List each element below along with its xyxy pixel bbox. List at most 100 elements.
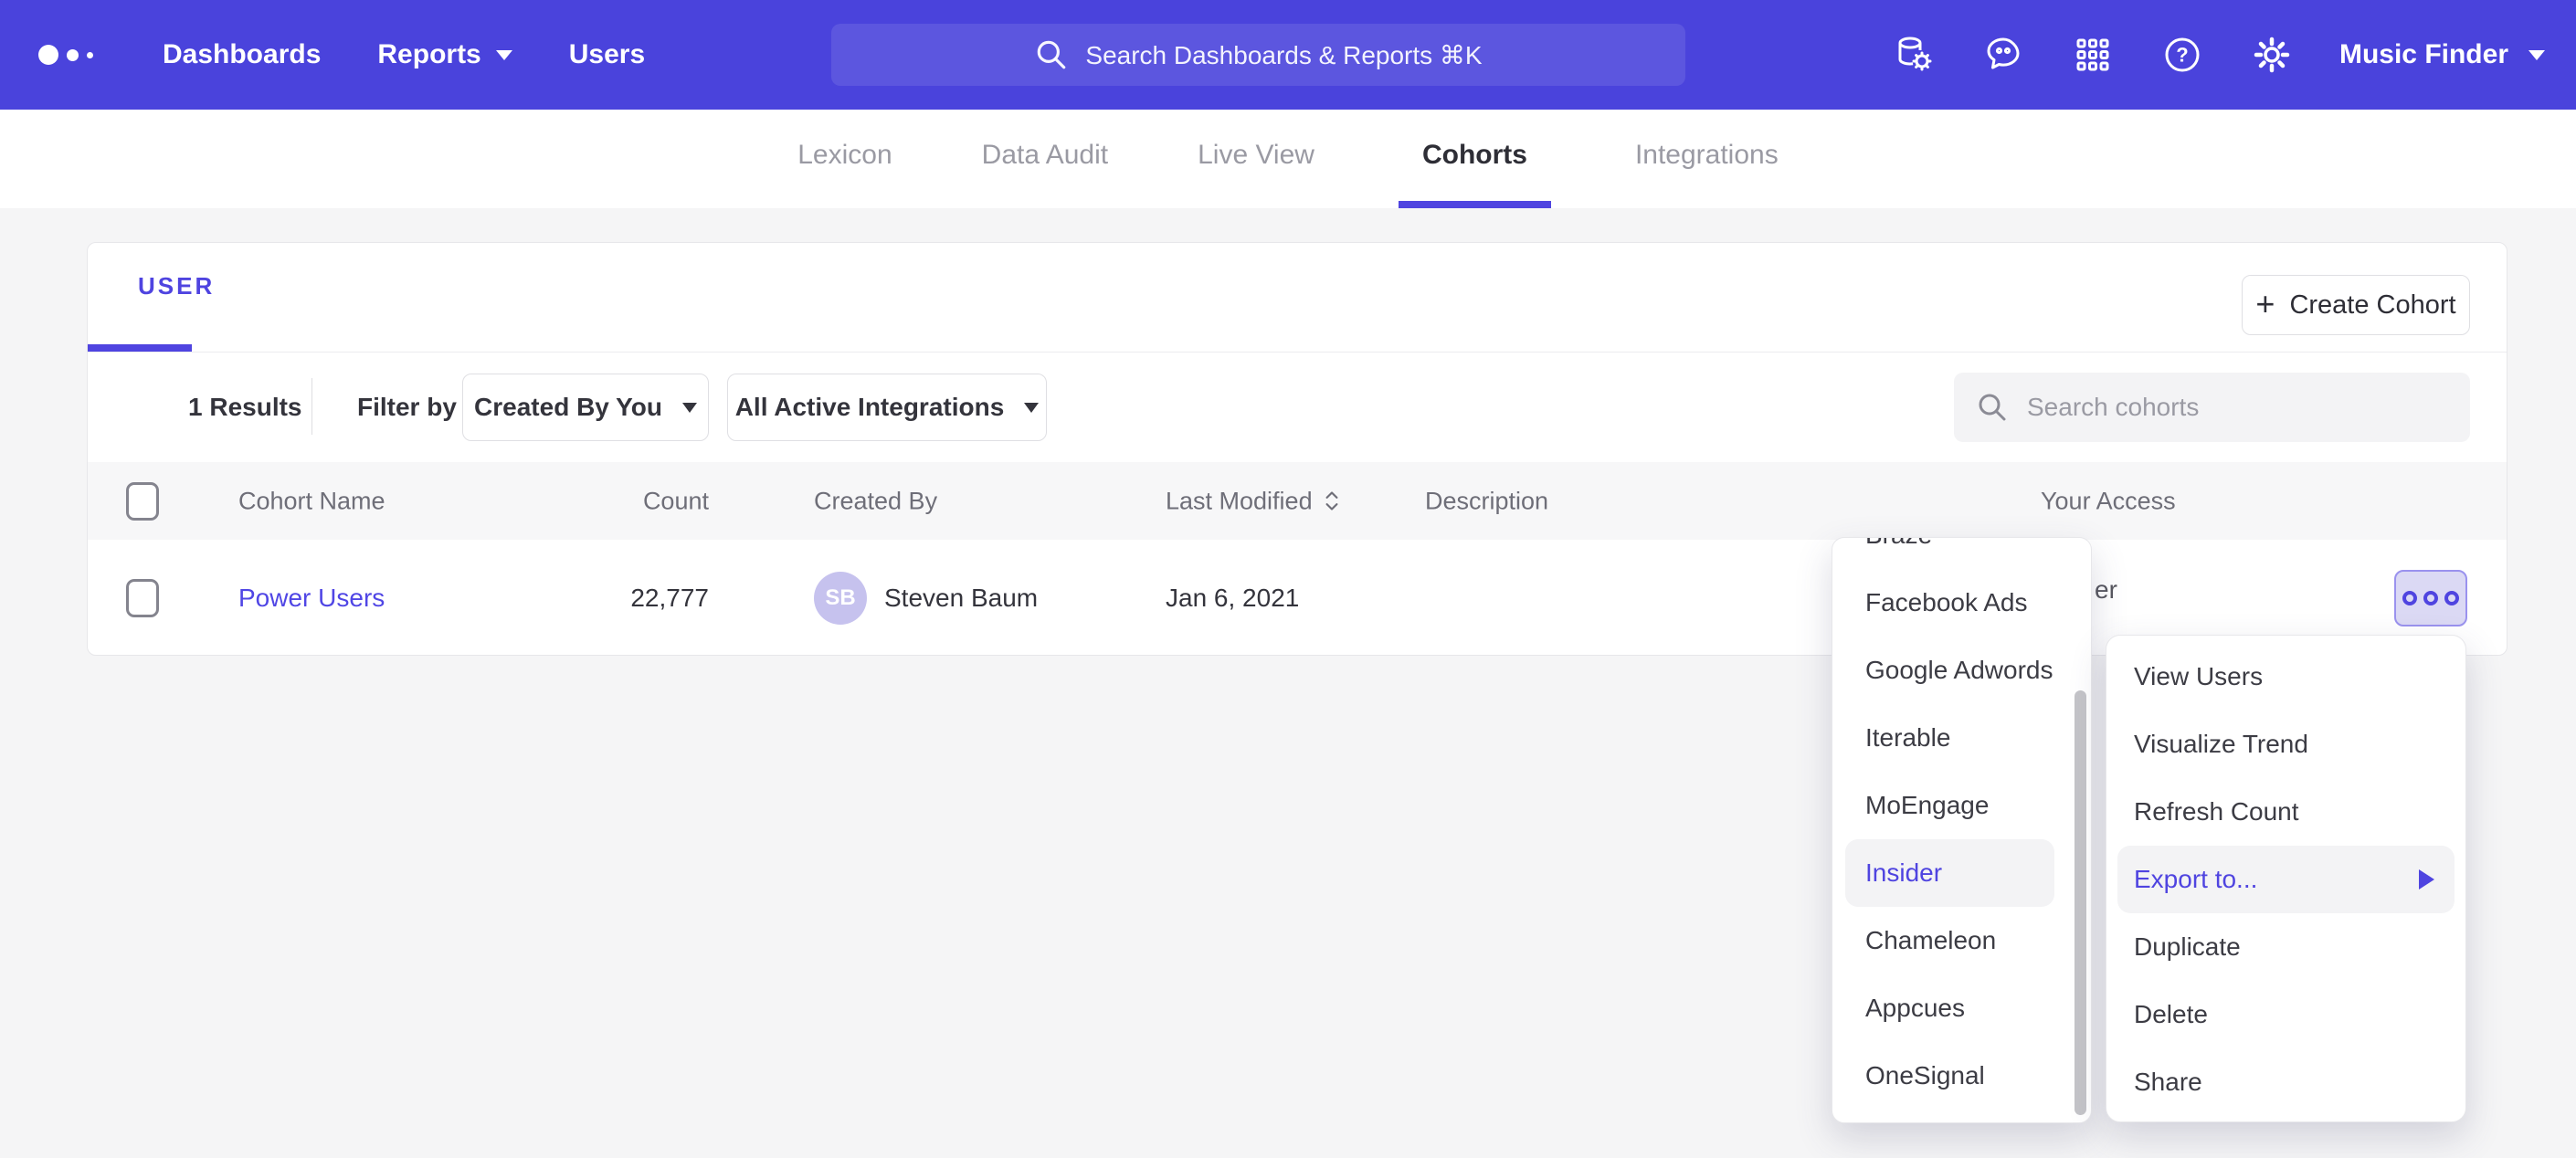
tab-integrations[interactable]: Integrations bbox=[1630, 110, 1784, 208]
scrollbar-thumb[interactable] bbox=[2075, 690, 2086, 1115]
col-cohort-name: Cohort Name bbox=[238, 487, 385, 515]
chevron-down-icon bbox=[496, 50, 512, 60]
tab-user-cohorts[interactable]: USER bbox=[138, 272, 215, 300]
filter-by-label: Filter by bbox=[357, 393, 457, 422]
menu-item-iterable[interactable]: Iterable bbox=[1832, 704, 2091, 772]
divider bbox=[311, 378, 312, 435]
avatar: SB bbox=[814, 572, 867, 625]
chevron-down-icon bbox=[2528, 50, 2545, 60]
col-last-modified-label: Last Modified bbox=[1166, 487, 1313, 515]
nav-icon-group: ? Music Finder bbox=[1892, 0, 2545, 110]
plus-icon: + bbox=[2255, 288, 2275, 321]
nav-dashboards[interactable]: Dashboards bbox=[163, 39, 321, 70]
tab-lexicon[interactable]: Lexicon bbox=[792, 110, 897, 208]
section-tabs: Lexicon Data Audit Live View Cohorts Int… bbox=[0, 110, 2576, 208]
dot-icon bbox=[2444, 591, 2459, 605]
tab-label: Data Audit bbox=[982, 140, 1108, 171]
svg-text:?: ? bbox=[2176, 44, 2188, 67]
menu-item-export-to[interactable]: Export to... bbox=[2117, 846, 2455, 913]
context-menu-list: View Users Visualize Trend Refresh Count… bbox=[2106, 643, 2465, 1116]
menu-item-google-adwords[interactable]: Google Adwords bbox=[1832, 637, 2091, 704]
chevron-down-icon bbox=[682, 403, 697, 413]
nav-users-label: Users bbox=[569, 39, 645, 70]
global-search[interactable]: Search Dashboards & Reports ⌘K bbox=[831, 24, 1685, 86]
menu-item-delete[interactable]: Delete bbox=[2106, 981, 2465, 1048]
integrations-filter-dropdown[interactable]: All Active Integrations bbox=[727, 374, 1047, 441]
row-checkbox[interactable] bbox=[126, 579, 159, 617]
menu-item-facebook-ads[interactable]: Facebook Ads bbox=[1832, 569, 2091, 637]
chevron-down-icon bbox=[1024, 403, 1039, 413]
export-to-label: Export to... bbox=[2134, 865, 2257, 894]
nav-dashboards-label: Dashboards bbox=[163, 39, 321, 70]
apps-grid-icon[interactable] bbox=[2071, 33, 2115, 77]
created-by-filter-dropdown[interactable]: Created By You bbox=[462, 374, 709, 441]
submenu-arrow-icon bbox=[2419, 869, 2434, 890]
nav-reports-label: Reports bbox=[377, 39, 480, 70]
menu-item-moengage[interactable]: MoEngage bbox=[1832, 772, 2091, 839]
select-all-checkbox[interactable] bbox=[126, 482, 159, 521]
help-icon[interactable]: ? bbox=[2160, 33, 2204, 77]
mixpanel-logo-icon[interactable] bbox=[38, 45, 93, 65]
menu-item-duplicate[interactable]: Duplicate bbox=[2106, 913, 2465, 981]
cohort-search-field[interactable] bbox=[1954, 373, 2470, 442]
app-window: Dashboards Reports Users Search Dashboar… bbox=[0, 0, 2576, 1158]
row-context-menu: View Users Visualize Trend Refresh Count… bbox=[2106, 635, 2466, 1122]
cohort-name-link[interactable]: Power Users bbox=[238, 584, 385, 613]
menu-item-visualize-trend[interactable]: Visualize Trend bbox=[2106, 711, 2465, 778]
active-tab-underline bbox=[88, 344, 192, 352]
tab-label: Cohorts bbox=[1422, 140, 1527, 171]
dot-icon bbox=[2402, 591, 2417, 605]
tab-label: Lexicon bbox=[797, 140, 892, 171]
menu-item-braze[interactable]: Braze bbox=[1832, 537, 2091, 569]
results-count: 1 Results bbox=[188, 393, 302, 422]
integrations-filter-value: All Active Integrations bbox=[735, 393, 1005, 422]
menu-item-appcues[interactable]: Appcues bbox=[1832, 974, 2091, 1042]
menu-item-share[interactable]: Share bbox=[2106, 1048, 2465, 1116]
nav-users[interactable]: Users bbox=[569, 39, 645, 70]
primary-nav: Dashboards Reports Users bbox=[163, 39, 645, 70]
create-cohort-label: Create Cohort bbox=[2289, 290, 2455, 321]
export-submenu-list: Braze Facebook Ads Google Adwords Iterab… bbox=[1832, 537, 2091, 1110]
menu-item-chameleon[interactable]: Chameleon bbox=[1832, 907, 2091, 974]
logo-dot bbox=[87, 52, 93, 58]
cohort-count: 22,777 bbox=[526, 584, 709, 613]
tab-cohorts[interactable]: Cohorts bbox=[1399, 110, 1551, 208]
tab-live-view[interactable]: Live View bbox=[1192, 110, 1320, 208]
menu-item-onesignal[interactable]: OneSignal bbox=[1832, 1042, 2091, 1110]
col-last-modified[interactable]: Last Modified bbox=[1166, 487, 1340, 515]
col-your-access: Your Access bbox=[2041, 487, 2176, 515]
menu-item-insider[interactable]: Insider bbox=[1845, 839, 2054, 907]
logo-dot bbox=[38, 45, 58, 65]
your-access-value-partial: er bbox=[2095, 575, 2117, 605]
created-by-filter-value: Created By You bbox=[474, 393, 662, 422]
tab-label: Integrations bbox=[1635, 140, 1779, 171]
col-description: Description bbox=[1425, 487, 1548, 515]
cohort-search-input[interactable] bbox=[2025, 392, 2412, 423]
data-settings-icon[interactable] bbox=[1892, 33, 1936, 77]
global-search-placeholder: Search Dashboards & Reports ⌘K bbox=[1085, 40, 1482, 70]
menu-item-refresh-count[interactable]: Refresh Count bbox=[2106, 778, 2465, 846]
feedback-icon[interactable] bbox=[1981, 33, 2025, 77]
created-by-value: Steven Baum bbox=[884, 584, 1038, 613]
export-submenu: Braze Facebook Ads Google Adwords Iterab… bbox=[1832, 537, 2092, 1123]
col-created-by: Created By bbox=[814, 487, 937, 515]
tab-data-audit[interactable]: Data Audit bbox=[977, 110, 1114, 208]
search-icon bbox=[1976, 391, 2009, 424]
col-count: Count bbox=[526, 487, 709, 515]
sort-icon bbox=[1324, 490, 1340, 513]
settings-gear-icon[interactable] bbox=[2250, 33, 2294, 77]
create-cohort-button[interactable]: + Create Cohort bbox=[2242, 275, 2470, 335]
project-name: Music Finder bbox=[2339, 39, 2508, 70]
row-actions-button[interactable] bbox=[2394, 570, 2467, 626]
search-icon bbox=[1034, 37, 1069, 72]
table-header: Cohort Name Count Created By Last Modifi… bbox=[88, 462, 2507, 540]
last-modified-value: Jan 6, 2021 bbox=[1166, 584, 1299, 613]
project-switcher[interactable]: Music Finder bbox=[2339, 39, 2545, 70]
logo-dot bbox=[67, 49, 79, 61]
tab-label: Live View bbox=[1198, 140, 1314, 171]
menu-item-view-users[interactable]: View Users bbox=[2106, 643, 2465, 711]
nav-reports[interactable]: Reports bbox=[377, 39, 512, 70]
top-nav: Dashboards Reports Users Search Dashboar… bbox=[0, 0, 2576, 110]
dot-icon bbox=[2423, 591, 2438, 605]
filters-row: 1 Results Filter by Created By You All A… bbox=[88, 353, 2507, 462]
